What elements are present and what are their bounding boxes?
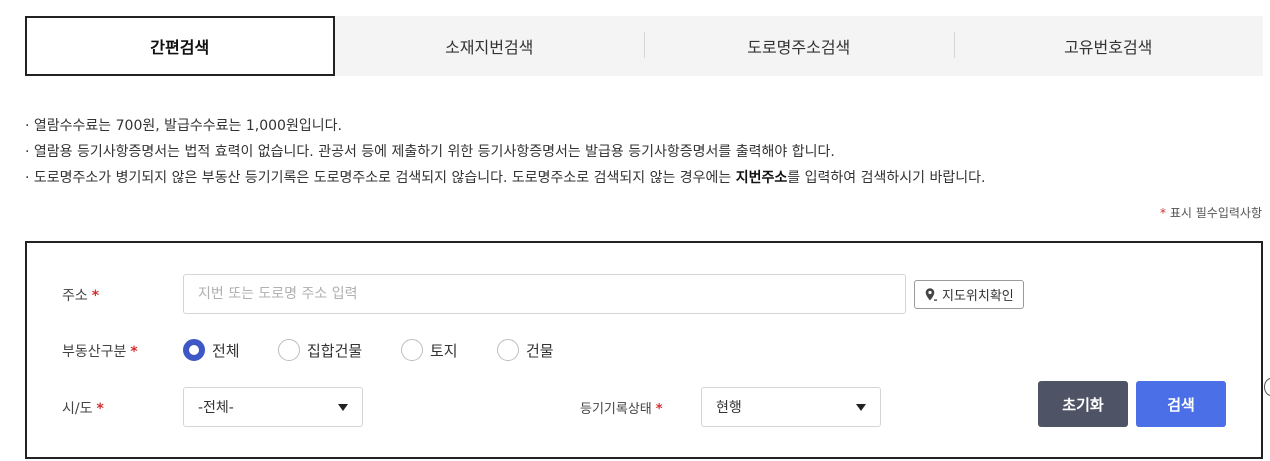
map-location-button[interactable]: 지도위치확인 [914, 280, 1024, 309]
radio-land[interactable]: 토지 [401, 339, 458, 361]
radio-circle-icon [497, 339, 519, 361]
address-input[interactable] [183, 274, 906, 314]
caret-down-icon [338, 403, 348, 411]
tab-lot-number-search[interactable]: 소재지번검색 [335, 16, 645, 76]
record-status-label-text: 등기기록상태 [580, 402, 652, 417]
record-status-select[interactable]: 현행 [701, 387, 881, 427]
map-pin-icon [925, 287, 937, 301]
sido-select[interactable]: -전체- [183, 387, 363, 427]
radio-label: 집합건물 [307, 341, 363, 360]
tab-label: 간편검색 [150, 38, 210, 57]
notice-fee: · 열람수수료는 700원, 발급수수료는 1,000원입니다. [25, 118, 342, 134]
radio-all[interactable]: 전체 [183, 339, 240, 361]
notice-emphasis: 지번주소 [735, 170, 788, 186]
sido-label: 시/도 * [62, 398, 104, 418]
caret-down-icon [856, 403, 866, 411]
radio-label: 건물 [526, 341, 554, 360]
radio-aggregate-building[interactable]: 집합건물 [278, 339, 362, 361]
tab-divider [953, 32, 955, 58]
property-type-label-text: 부동산구분 [62, 344, 127, 360]
tab-simple-search[interactable]: 간편검색 [25, 16, 335, 76]
notice-text-after: 를 입력하여 검색하시기 바랍니다. [787, 170, 986, 186]
reset-button[interactable]: 초기화 [1038, 381, 1128, 427]
tab-label: 소재지번검색 [445, 38, 534, 57]
tab-road-address-search[interactable]: 도로명주소검색 [644, 16, 954, 76]
tab-unique-number-search[interactable]: 고유번호검색 [953, 16, 1264, 76]
tab-label: 고유번호검색 [1064, 38, 1153, 57]
property-type-label: 부동산구분 * [62, 341, 138, 361]
tab-divider [644, 32, 645, 58]
map-button-label: 지도위치확인 [942, 289, 1014, 304]
required-star: * [96, 401, 104, 417]
tab-label: 도로명주소검색 [747, 38, 851, 57]
sido-label-text: 시/도 [62, 401, 93, 417]
required-star: * [130, 344, 138, 360]
record-status-select-value: 현행 [716, 400, 742, 416]
notice-text-before: · 도로명주소가 병기되지 않은 부동산 등기기록은 도로명주소로 검색되지 않… [25, 170, 736, 186]
notice-list: · 열람수수료는 700원, 발급수수료는 1,000원입니다. · 열람용 등… [25, 113, 1265, 191]
sido-select-value: -전체- [198, 400, 234, 416]
radio-building[interactable]: 건물 [497, 339, 554, 361]
notice-road-address: · 도로명주소가 병기되지 않은 부동산 등기기록은 도로명주소로 검색되지 않… [25, 165, 1265, 191]
required-field-note: * 표시 필수입력사항 [1160, 204, 1262, 221]
address-label-text: 주소 [62, 288, 88, 304]
address-label: 주소 * [62, 285, 99, 305]
radio-circle-icon [401, 339, 423, 361]
record-status-label: 등기기록상태 * [580, 398, 663, 417]
radio-circle-icon [278, 339, 300, 361]
radio-label: 전체 [212, 341, 240, 360]
radio-label: 토지 [430, 341, 458, 360]
radio-circle-icon [183, 339, 205, 361]
notice-legal-effect: · 열람용 등기사항증명서는 법적 효력이 없습니다. 관공서 등에 제출하기 … [25, 144, 835, 160]
search-button[interactable]: 검색 [1136, 381, 1226, 427]
partial-circle-icon [1264, 378, 1270, 396]
search-tabs: 간편검색 소재지번검색 도로명주소검색 고유번호검색 [25, 16, 1263, 76]
required-star: * [655, 402, 663, 417]
required-note-text: 표시 필수입력사항 [1169, 206, 1262, 220]
required-star: * [1160, 206, 1167, 220]
search-form: 주소* 지도위치확인 부동산구분* 전체 집합건물 토지 건물 시/도* [25, 241, 1263, 459]
required-star: * [91, 288, 100, 304]
